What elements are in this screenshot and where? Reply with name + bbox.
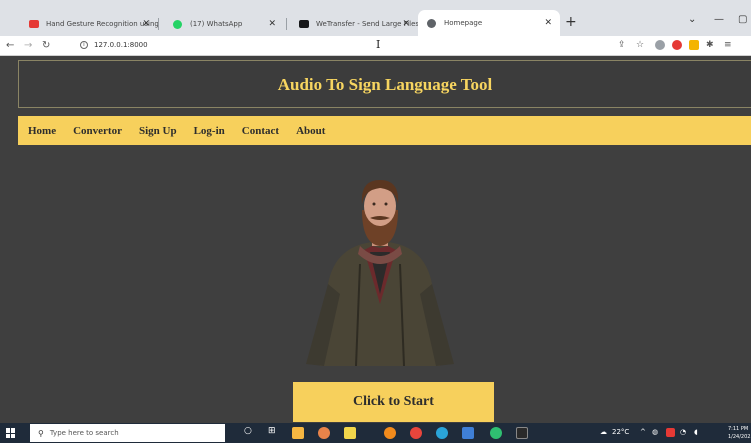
web-page: Audio To Sign Language Tool Home Convert…: [0, 56, 751, 423]
main-navbar: Home Convertor Sign Up Log-in Contact Ab…: [18, 116, 751, 145]
text-cursor-icon: I: [376, 38, 381, 51]
windows-taskbar: ⚲ Type here to search ○ ⊞ ☁ 22°C ^ ◍ ◔ ◖…: [0, 423, 751, 443]
whatsapp-icon: [173, 20, 182, 29]
cortana-icon[interactable]: ○: [244, 426, 252, 436]
address-bar: ← → ↻ i 127.0.0.1:8000 I ⇪ ☆ ✱ ≡: [0, 36, 751, 56]
tab-hand-gesture[interactable]: Hand Gesture Recognition using ✕: [20, 12, 159, 36]
app-icon[interactable]: [490, 427, 502, 439]
adblock-icon[interactable]: [672, 40, 682, 50]
windows-start-icon[interactable]: [6, 428, 16, 438]
taskbar-search-input[interactable]: ⚲ Type here to search: [30, 424, 225, 442]
maximize-button[interactable]: ▢: [738, 14, 747, 25]
chevron-down-icon[interactable]: ⌄: [688, 14, 696, 25]
click-to-start-button[interactable]: Click to Start: [293, 382, 494, 422]
volume-icon[interactable]: ◖: [694, 428, 698, 436]
search-icon: ⚲: [38, 428, 44, 438]
app-icon[interactable]: [462, 427, 474, 439]
clock-time: 7:11 PM: [728, 426, 749, 432]
taskbar-clock[interactable]: 7:11 PM 1/24/2023: [728, 425, 751, 441]
tab-wetransfer[interactable]: WeTransfer - Send Large Files & ✕: [290, 12, 427, 36]
back-arrow-icon[interactable]: ←: [6, 40, 14, 51]
minimize-button[interactable]: —: [714, 14, 724, 25]
url-field[interactable]: i 127.0.0.1:8000: [80, 41, 148, 49]
reading-list-icon[interactable]: ≡: [724, 40, 732, 50]
avatar-figure: [306, 180, 454, 367]
tab-homepage[interactable]: Homepage ✕: [418, 10, 560, 36]
chrome-icon[interactable]: [410, 427, 422, 439]
info-icon[interactable]: i: [80, 41, 88, 49]
close-icon[interactable]: ✕: [402, 19, 410, 29]
youtube-icon: [29, 20, 39, 28]
weather-icon[interactable]: ☁: [600, 428, 607, 436]
search-app-icon[interactable]: [384, 427, 396, 439]
network-icon[interactable]: ◍: [652, 428, 658, 436]
bookmark-star-icon[interactable]: ☆: [636, 40, 644, 50]
share-icon[interactable]: ⇪: [618, 40, 626, 50]
task-view-icon[interactable]: ⊞: [268, 426, 276, 436]
wifi-icon[interactable]: ◔: [680, 428, 686, 436]
clock-date: 1/24/2023: [728, 434, 751, 440]
new-tab-button[interactable]: +: [565, 14, 577, 30]
extension-icon[interactable]: [655, 40, 665, 50]
terminal-icon[interactable]: [516, 427, 528, 439]
forward-arrow-icon[interactable]: →: [24, 40, 32, 51]
browser-tab-strip: Hand Gesture Recognition using ✕ (17) Wh…: [0, 0, 751, 36]
nav-log-in[interactable]: Log-in: [194, 125, 225, 137]
site-title: Audio To Sign Language Tool: [277, 75, 493, 94]
tab-divider: [286, 18, 287, 30]
site-header: Audio To Sign Language Tool: [18, 60, 751, 108]
tray-app-icon[interactable]: [666, 428, 675, 437]
file-explorer-icon[interactable]: [292, 427, 304, 439]
edge-icon[interactable]: [436, 427, 448, 439]
sign-language-avatar: [300, 174, 460, 367]
reload-icon[interactable]: ↻: [42, 40, 50, 51]
wetransfer-icon: [299, 20, 309, 28]
tab-title: WeTransfer - Send Large Files &: [316, 20, 427, 28]
nav-home[interactable]: Home: [28, 125, 56, 137]
extension-icon[interactable]: [689, 40, 699, 50]
close-icon[interactable]: ✕: [544, 18, 552, 28]
nav-about[interactable]: About: [296, 125, 325, 137]
puzzle-icon[interactable]: ✱: [706, 40, 714, 50]
chevron-up-icon[interactable]: ^: [640, 428, 646, 436]
close-icon[interactable]: ✕: [142, 19, 150, 29]
globe-icon: [427, 19, 436, 28]
tab-title: (17) WhatsApp: [190, 20, 243, 28]
weather-temperature[interactable]: 22°C: [612, 428, 629, 436]
url-text: 127.0.0.1:8000: [94, 41, 148, 49]
search-placeholder: Type here to search: [49, 429, 119, 437]
app-icon[interactable]: [318, 427, 330, 439]
close-icon[interactable]: ✕: [268, 19, 276, 29]
nav-convertor[interactable]: Convertor: [73, 125, 122, 137]
app-icon[interactable]: [344, 427, 356, 439]
nav-sign-up[interactable]: Sign Up: [139, 125, 177, 137]
tab-divider: [158, 18, 159, 30]
tab-title: Homepage: [444, 19, 483, 27]
nav-contact[interactable]: Contact: [242, 125, 279, 137]
tab-whatsapp[interactable]: (17) WhatsApp ✕: [164, 12, 284, 36]
